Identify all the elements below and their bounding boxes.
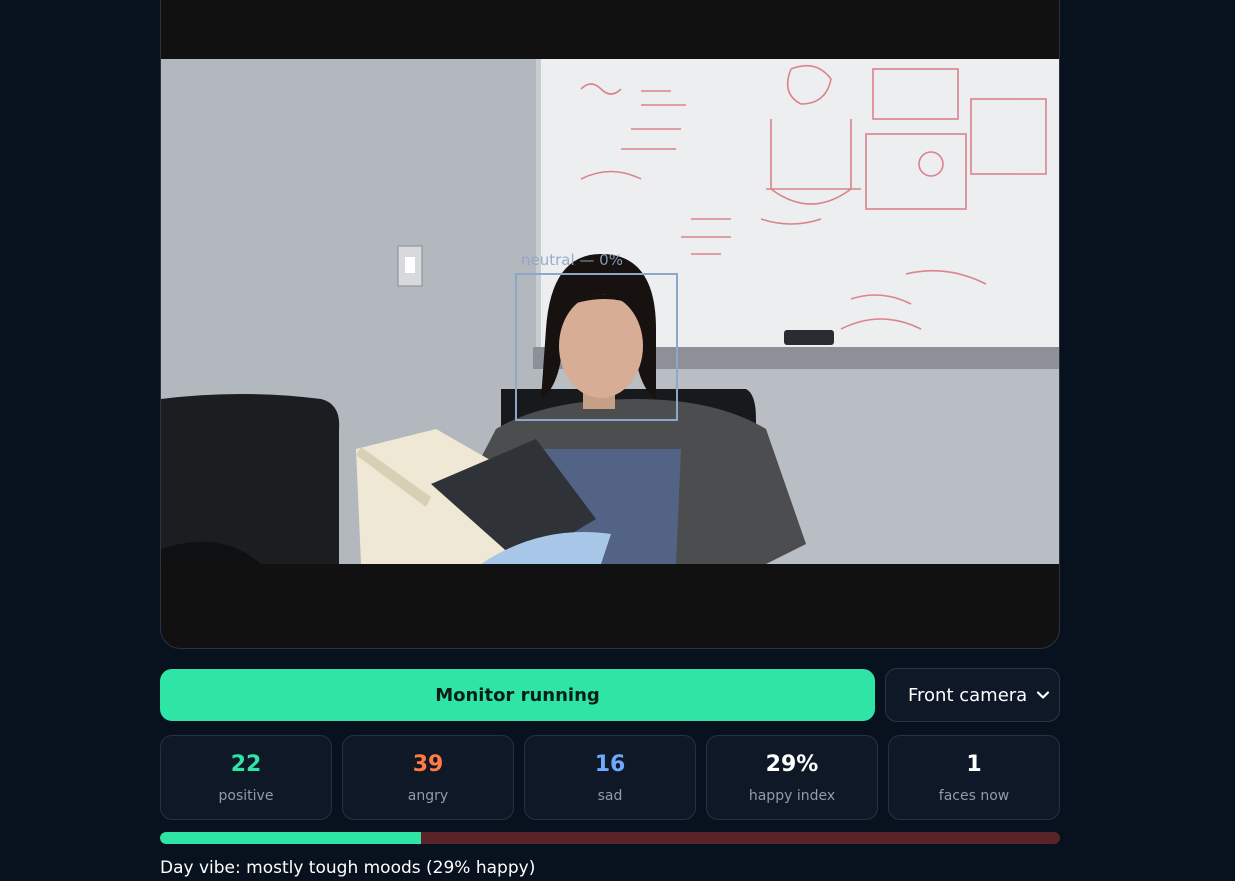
stat-value: 1: [966, 752, 982, 777]
stat-value: 22: [230, 752, 262, 777]
camera-select[interactable]: Front camera: [885, 668, 1060, 722]
stat-positive: 22 positive: [160, 735, 332, 820]
happy-meter: [160, 832, 1060, 844]
stat-label: positive: [218, 788, 274, 804]
camera-feed: neutral — 0%: [161, 59, 1059, 564]
video-panel: neutral — 0%: [160, 0, 1060, 649]
day-vibe-text: Day vibe: mostly tough moods (29% happy): [160, 858, 536, 878]
happy-meter-fill: [160, 832, 421, 844]
stat-happy-index: 29% happy index: [706, 735, 878, 820]
face-detection-box: [515, 273, 678, 421]
stat-label: faces now: [938, 788, 1010, 804]
camera-select-value: Front camera: [908, 684, 1028, 706]
stat-label: angry: [407, 788, 449, 804]
stat-label: sad: [597, 788, 623, 804]
stat-angry: 39 angry: [342, 735, 514, 820]
chevron-down-icon: [1036, 691, 1050, 699]
stat-value: 29%: [765, 752, 819, 777]
stat-faces-now: 1 faces now: [888, 735, 1060, 820]
stat-label: happy index: [748, 788, 836, 804]
stat-value: 16: [594, 752, 626, 777]
stat-value: 39: [412, 752, 444, 777]
controls-row: Monitor running Front camera: [160, 668, 1060, 722]
stats-row: 22 positive 39 angry 16 sad 29% happy in…: [160, 735, 1060, 820]
monitor-toggle-button[interactable]: Monitor running: [160, 669, 875, 721]
app-root: neutral — 0% Monitor running Front camer…: [160, 0, 1060, 878]
stat-sad: 16 sad: [524, 735, 696, 820]
face-detection-label: neutral — 0%: [521, 251, 623, 269]
